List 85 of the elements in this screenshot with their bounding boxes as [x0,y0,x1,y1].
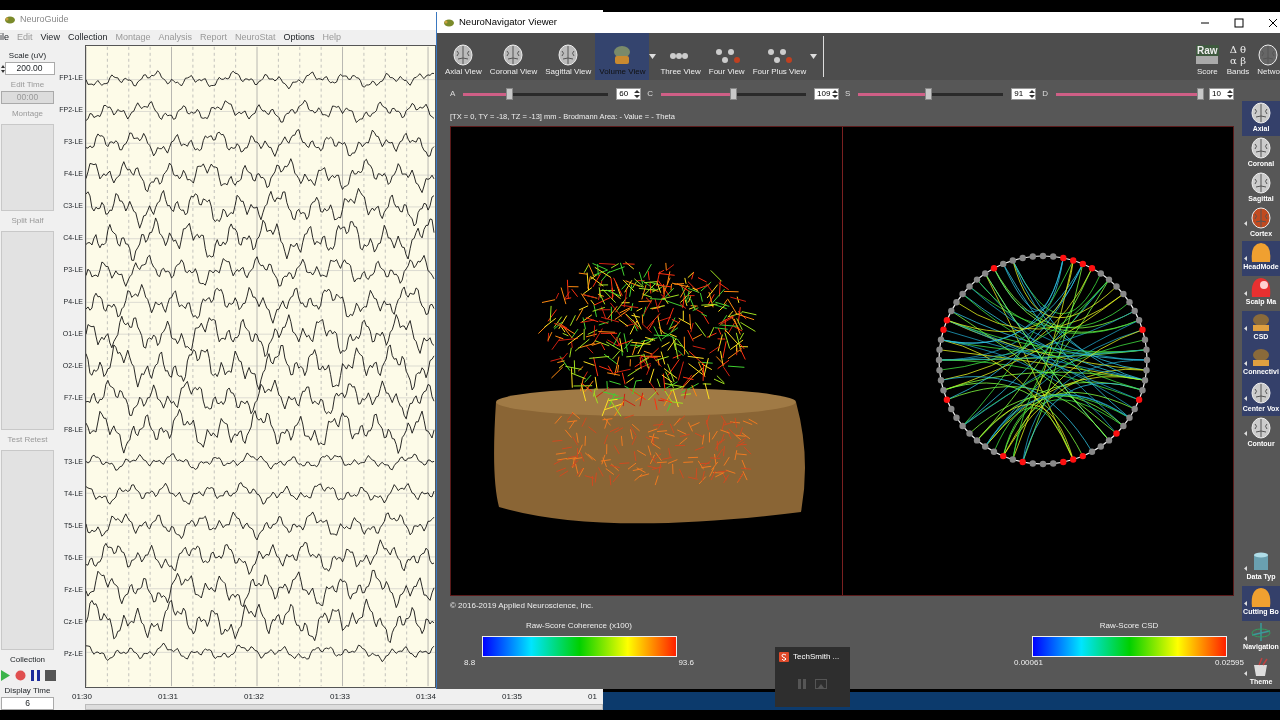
menu-item[interactable]: ile [0,30,9,45]
brain-icon [1250,207,1272,229]
recorder-title: TechSmith ... [793,651,840,663]
score-badge: Raw [1196,45,1219,56]
scale-field[interactable]: 200.00 [4,62,55,75]
scale-min: 8.8 [464,657,476,669]
time-tick: 01:34 [416,691,438,703]
brain-icon [1250,417,1272,439]
stop-icon[interactable] [44,670,56,681]
time-tick: 01:31 [158,691,180,703]
window-title: NeuroNavigator Viewer [459,15,559,30]
view-button[interactable]: Axial View [441,33,486,80]
view-button[interactable]: Four View [704,33,749,80]
dropdown-caret-icon[interactable] [649,54,657,59]
field-label: Display Time [4,685,51,697]
scale-min: 0.00061 [1014,657,1043,669]
multi-view-icon [713,46,740,66]
slider-label: A [450,88,456,100]
database-icon [1252,552,1270,572]
band-glyph: θ [1240,44,1247,55]
scale-max: 0.02595 [1215,657,1244,669]
brain-icon [1250,172,1272,194]
view-button[interactable]: Sagittal View [541,33,596,80]
scale-title: Raw-Score Coherence (x100) [526,620,632,632]
brain-icon [557,44,580,66]
spin-field[interactable]: 10 [1209,88,1234,100]
time-tick: 01:30 [72,691,94,703]
menu-item[interactable]: View [40,30,60,45]
band-glyph: β [1240,55,1247,66]
scrollbar[interactable] [85,704,603,710]
spinner-icon[interactable] [1029,89,1036,99]
slider-label: D [1042,88,1049,100]
multi-view-icon [766,46,793,66]
app-logo-icon [443,17,455,28]
spinner-icon[interactable] [1227,89,1233,99]
brain-stand-icon [1250,347,1272,367]
slider-thumb[interactable] [505,87,513,100]
copyright-text: © 2016-2019 Applied Neuroscience, Inc. [450,600,595,612]
time-tick: 01 [588,691,598,703]
band-glyph: Δ [1229,44,1238,55]
brain-icon [452,44,475,66]
view-button[interactable]: Four Plus View [748,33,811,80]
field-label: Edit Time [10,79,45,91]
spin-field[interactable]: 60 [616,88,642,100]
spinner-icon[interactable] [832,89,838,99]
time-tick: 01:35 [502,691,524,703]
display-time-field[interactable]: 6 [1,697,54,710]
spin-field[interactable]: 109 [814,88,839,100]
brain-icon [1250,102,1272,124]
view-button[interactable]: Coronal View [485,33,542,80]
brain-icon [1250,382,1272,404]
panel-label: Split Half [11,214,44,227]
app-logo-icon [4,15,16,25]
slider-label: C [647,88,654,100]
slider-thumb[interactable] [925,87,933,100]
slider-label: S [845,88,851,100]
network-button[interactable]: Netwo [1253,33,1280,80]
scale-title: Raw-Score CSD [1099,620,1159,632]
panel-label: Montage [11,108,44,120]
view-button[interactable]: Three View [656,33,705,80]
brain-icon [1250,137,1272,159]
menu-item[interactable]: Options [283,30,315,45]
spinner-icon[interactable] [634,89,641,99]
time-tick: 01:32 [244,691,266,703]
bands-button[interactable]: Δ θ α β Bands [1222,33,1254,80]
spin-field[interactable]: 91 [1011,88,1037,100]
slider-thumb[interactable] [729,87,737,100]
time-tick: 01:33 [330,691,352,703]
window-title: NeuroGuide [20,13,69,27]
field-label: Collection [9,654,46,666]
recorder-logo-icon [779,652,789,662]
axes-icon [1250,622,1272,642]
band-glyph: α [1229,55,1238,66]
maximize-icon[interactable] [1234,17,1244,28]
panel-label: Test Retest [7,434,48,447]
close-icon[interactable] [1268,17,1278,28]
slider-thumb[interactable] [1197,87,1204,100]
field-label: Scale (uV) [8,50,47,62]
dropdown-caret-icon[interactable] [810,54,818,59]
scale-max: 93.6 [678,657,694,669]
menu-item[interactable]: Collection [67,30,108,45]
pause-icon[interactable] [29,670,41,681]
score-button[interactable]: Raw Score [1192,33,1223,80]
score-toggle-icon [1196,56,1219,64]
brain-stand-icon [1250,312,1272,332]
